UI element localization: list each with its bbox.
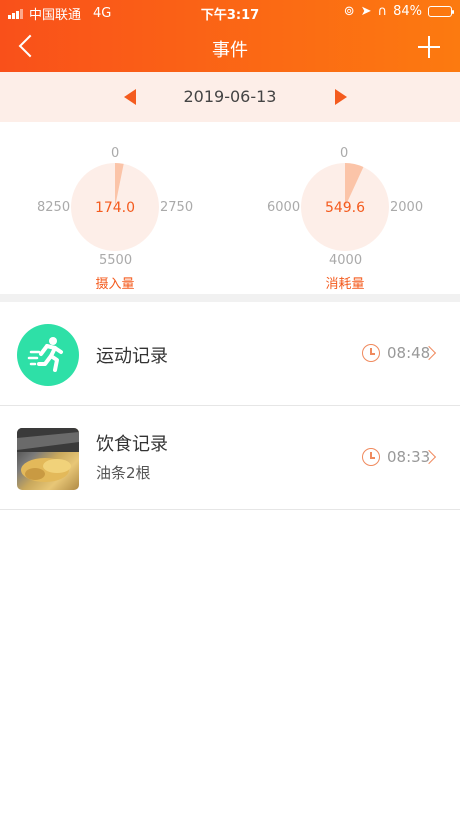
gauge-title: 消耗量: [325, 277, 365, 292]
record-title: 运动记录: [96, 346, 168, 367]
intake-gauge: 0 8250 2750 174.0 5500 摄入量: [0, 140, 230, 292]
date-selector: 2019-06-13: [0, 72, 460, 122]
gauge-left-label: 6000: [267, 200, 301, 215]
gauge-title: 摄入量: [95, 277, 135, 292]
gauge-right-label: 2750: [160, 200, 194, 215]
location-icon: ➤: [360, 4, 372, 19]
page-title: 事件: [212, 40, 248, 61]
record-title: 饮食记录: [96, 434, 168, 455]
list-item-food-record[interactable]: 饮食记录 油条2根 08:33: [0, 406, 460, 510]
status-bar: 中国联通 4G 下午3:17 ⊚ ➤ ∩ 84%: [0, 0, 460, 24]
gauge-top-label: 0: [340, 146, 349, 161]
gauge-left-label: 8250: [37, 200, 71, 215]
clock-icon: [362, 448, 380, 466]
headphones-icon: ∩: [377, 4, 388, 19]
navbar: 事件: [0, 24, 460, 72]
current-date: 2019-06-13: [183, 87, 277, 106]
running-person-icon: [17, 324, 79, 386]
battery-label: 84%: [393, 4, 422, 19]
section-divider: [0, 294, 460, 302]
header: 中国联通 4G 下午3:17 ⊚ ➤ ∩ 84% 事件: [0, 0, 460, 72]
rotation-lock-icon: ⊚: [343, 4, 355, 19]
gauge-right-label: 2000: [390, 200, 424, 215]
food-photo: [17, 428, 79, 490]
gauge-top-label: 0: [111, 146, 120, 161]
gauge-value: 174.0: [94, 200, 136, 216]
list-item-exercise-record[interactable]: 运动记录 08:48: [0, 302, 460, 406]
gauge-bottom-label: 4000: [329, 253, 363, 268]
plus-icon[interactable]: [418, 36, 440, 58]
gauge-value: 549.6: [324, 200, 366, 216]
clock-icon: [362, 344, 380, 362]
burn-gauge: 0 6000 2000 549.6 4000 消耗量: [230, 140, 460, 292]
battery-icon: [428, 6, 454, 17]
status-right: ⊚ ➤ ∩ 84%: [343, 4, 454, 19]
gauge-bottom-label: 5500: [99, 253, 133, 268]
record-subtitle: 油条2根: [96, 464, 151, 482]
gauge-section: 0 8250 2750 174.0 5500 摄入量 0 6000 2000 5…: [0, 122, 460, 294]
next-date-arrow-icon[interactable]: [335, 89, 347, 105]
